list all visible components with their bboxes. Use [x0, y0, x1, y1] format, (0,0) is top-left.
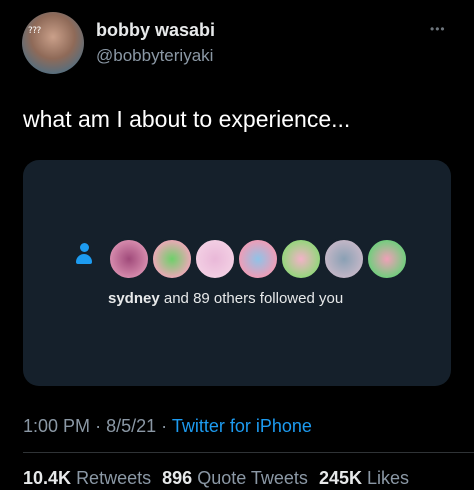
tweet-date[interactable]: 8/5/21: [106, 416, 156, 436]
avatar[interactable]: ???: [22, 12, 84, 74]
author-handle[interactable]: @bobbyteriyaki: [96, 46, 213, 66]
quotes-label: Quote Tweets: [197, 468, 308, 488]
followed-notification: sydney and 89 others followed you: [108, 290, 343, 307]
tweet-time[interactable]: 1:00 PM: [23, 416, 90, 436]
follower-avatar: [280, 238, 322, 280]
follower-avatar: [366, 238, 408, 280]
tweet-text: what am I about to experience...: [23, 106, 351, 132]
divider: [23, 452, 474, 453]
retweets-count: 10.4K: [23, 468, 72, 488]
follower-avatar: [323, 238, 365, 280]
follower-avatar: [151, 238, 193, 280]
avatar-tag: ???: [28, 26, 41, 36]
likes-stat[interactable]: 245K Likes: [319, 468, 409, 488]
tweet-stats: 10.4K Retweets 896 Quote Tweets 245K Lik…: [23, 468, 409, 489]
separator: ·: [161, 416, 168, 436]
tweet-source-link[interactable]: Twitter for iPhone: [172, 416, 312, 436]
follower-avatars: [23, 160, 451, 386]
follower-avatar: [237, 238, 279, 280]
likes-label: Likes: [366, 468, 410, 488]
attached-image-card[interactable]: sydney and 89 others followed you: [23, 160, 451, 386]
more-options-icon[interactable]: •••: [430, 22, 446, 36]
likes-count: 245K: [318, 468, 362, 488]
follower-avatar: [108, 238, 150, 280]
retweets-label: Retweets: [76, 468, 152, 488]
follower-avatar: [194, 238, 236, 280]
retweets-stat[interactable]: 10.4K Retweets: [23, 468, 151, 488]
quote-tweets-stat[interactable]: 896 Quote Tweets: [162, 468, 308, 488]
follower-name: sydney: [108, 290, 160, 307]
tweet-timestamp: 1:00 PM · 8/5/21 · Twitter for iPhone: [23, 416, 312, 437]
author-display-name[interactable]: bobby wasabi: [96, 20, 215, 41]
quotes-count: 896: [162, 468, 193, 488]
follow-text: and 89 others followed you: [163, 290, 344, 307]
separator: ·: [95, 416, 102, 436]
